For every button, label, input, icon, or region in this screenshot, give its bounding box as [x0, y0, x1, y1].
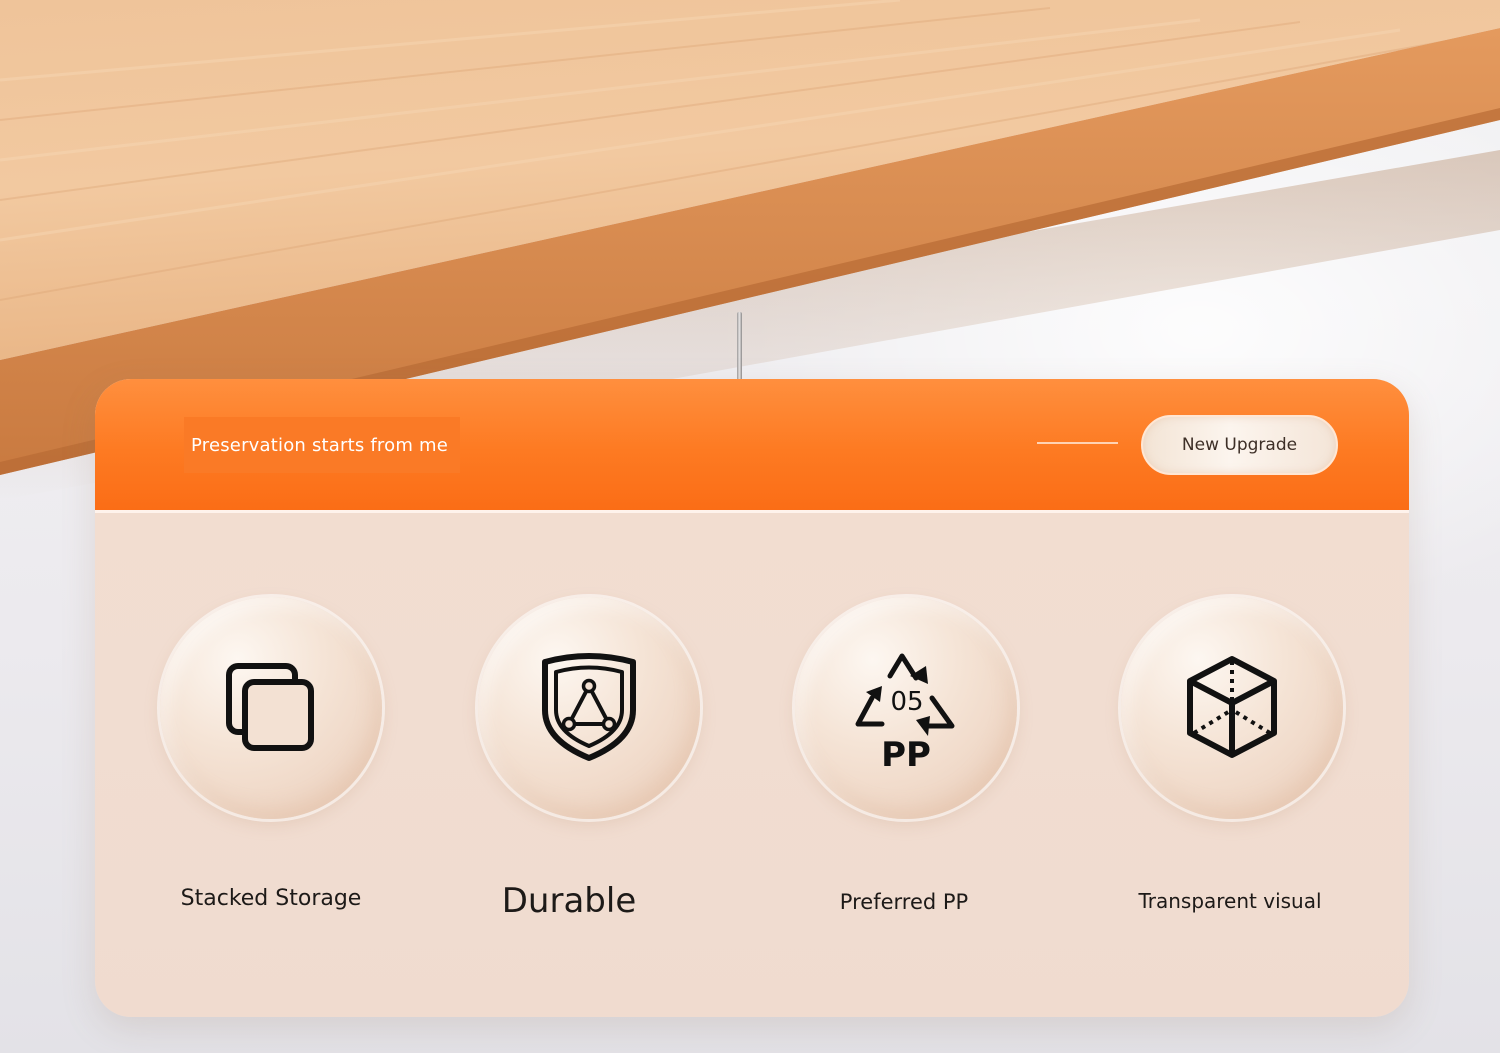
tagline-box: Preservation starts from me — [184, 417, 460, 473]
stacked-squares-icon — [226, 663, 314, 751]
header-divider-line — [1037, 442, 1118, 444]
new-upgrade-badge: New Upgrade — [1141, 415, 1338, 475]
tagline-text: Preservation starts from me — [191, 434, 448, 456]
feature-label-durable: Durable — [501, 881, 637, 921]
feature-card: Preservation starts from me New Upgrade … — [95, 379, 1409, 1017]
feature-preferred-pp-circle: 05 PP — [795, 597, 1017, 819]
hanging-rod — [737, 312, 742, 384]
feature-label-transparent-visual: Transparent visual — [1138, 889, 1322, 913]
card-header: Preservation starts from me New Upgrade — [95, 379, 1409, 513]
recycle-code-text: 05 — [890, 687, 923, 717]
feature-durable-circle — [478, 597, 700, 819]
shield-icon — [542, 653, 636, 761]
recycle-material-text: PP — [881, 735, 931, 770]
cube-icon — [1187, 656, 1277, 758]
feature-label-stacked-storage: Stacked Storage — [180, 886, 362, 911]
feature-transparent-visual-circle — [1121, 597, 1343, 819]
feature-label-preferred-pp: Preferred PP — [839, 890, 969, 914]
feature-stacked-storage-circle — [160, 597, 382, 819]
recycle-icon: 05 PP — [855, 653, 955, 770]
new-upgrade-label: New Upgrade — [1181, 435, 1298, 455]
